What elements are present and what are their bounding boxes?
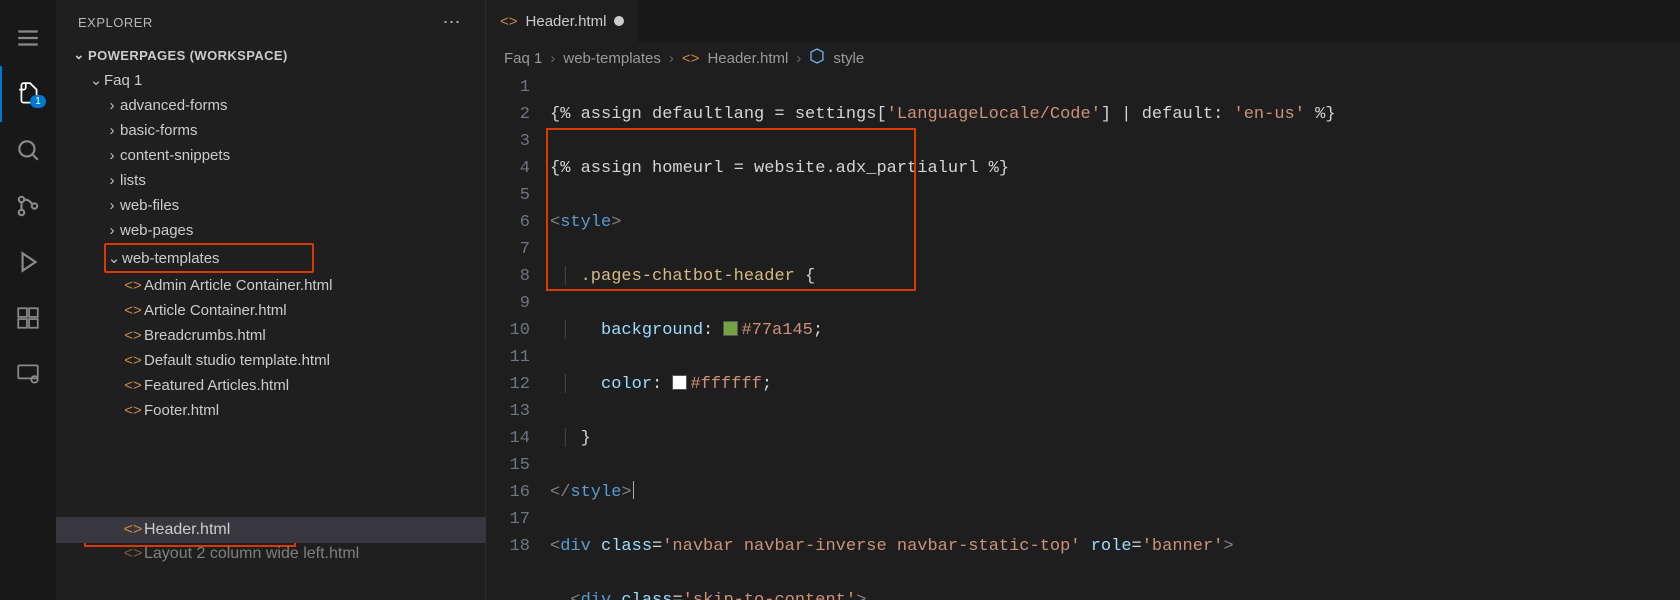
tree-label: Breadcrumbs.html	[144, 327, 266, 344]
html-file-icon: <>	[122, 352, 144, 369]
breadcrumb[interactable]: Faq 1 › web-templates › <> Header.html ›…	[486, 42, 1680, 74]
tree-label: Header.html	[144, 521, 230, 539]
html-file-icon: <>	[122, 327, 144, 344]
activity-bar: 1	[0, 0, 56, 600]
tree-file[interactable]: <> Layout 2 column wide left.html	[56, 543, 486, 565]
tree-label: lists	[120, 172, 146, 189]
chevron-down-icon: ⌄	[70, 47, 88, 63]
tab-header-html[interactable]: <> Header.html	[486, 0, 639, 42]
menu-icon[interactable]	[0, 10, 56, 66]
tree-label: web-files	[120, 197, 179, 214]
workspace-label: POWERPAGES (WORKSPACE)	[88, 48, 288, 63]
html-file-icon: <>	[122, 377, 144, 394]
tree-label: Faq 1	[104, 72, 142, 89]
html-file-icon: <>	[122, 277, 144, 294]
chevron-down-icon: ⌄	[88, 71, 104, 89]
color-swatch-icon	[672, 375, 687, 390]
html-file-icon: <>	[122, 521, 144, 539]
tree-label: content-snippets	[120, 147, 230, 164]
crumb[interactable]: Faq 1	[504, 50, 542, 67]
tab-label: Header.html	[526, 13, 607, 30]
crumb[interactable]: Header.html	[707, 50, 788, 67]
tree-folder[interactable]: ›content-snippets	[56, 143, 485, 168]
tree-file[interactable]: <>Featured Articles.html	[56, 373, 485, 398]
code-content[interactable]: {% assign defaultlang = settings['Langua…	[550, 74, 1680, 600]
tree-folder[interactable]: ›web-files	[56, 193, 485, 218]
symbol-block-icon	[809, 48, 825, 68]
tree-folder-root[interactable]: ⌄ Faq 1	[56, 67, 485, 93]
explorer-title: EXPLORER	[78, 15, 153, 30]
tree-folder[interactable]: ›lists	[56, 168, 485, 193]
workspace-section[interactable]: ⌄ POWERPAGES (WORKSPACE)	[56, 43, 485, 67]
chevron-right-icon: ›	[104, 147, 120, 164]
color-swatch-icon	[723, 321, 738, 336]
search-icon[interactable]	[0, 122, 56, 178]
tree-label: web-templates	[122, 250, 220, 267]
crumb[interactable]: web-templates	[563, 50, 661, 67]
chevron-right-icon: ›	[550, 50, 555, 67]
line-gutter: 123456789101112131415161718	[486, 74, 550, 600]
source-control-icon[interactable]	[0, 178, 56, 234]
tree-folder-web-templates[interactable]: ⌄ web-templates	[104, 243, 314, 273]
explorer-more-icon[interactable]: ⋯	[437, 12, 468, 33]
explorer-badge: 1	[30, 95, 46, 108]
html-file-icon: <>	[682, 50, 700, 67]
tree-folder[interactable]: ›web-pages	[56, 218, 485, 243]
chevron-right-icon: ›	[104, 97, 120, 114]
chevron-right-icon: ›	[104, 222, 120, 239]
html-file-icon: <>	[122, 402, 144, 419]
extensions-icon[interactable]	[0, 290, 56, 346]
chevron-right-icon: ›	[796, 50, 801, 67]
tree-label: Featured Articles.html	[144, 377, 289, 394]
editor-area: <> Header.html Faq 1 › web-templates › <…	[486, 0, 1680, 600]
tree-label: Layout 2 column wide left.html	[144, 545, 359, 563]
tab-bar: <> Header.html	[486, 0, 1680, 42]
tree-folder[interactable]: ›basic-forms	[56, 118, 485, 143]
explorer-icon[interactable]: 1	[0, 66, 56, 122]
run-debug-icon[interactable]	[0, 234, 56, 290]
html-file-icon: <>	[122, 302, 144, 319]
tree-file-header[interactable]: <> Header.html	[56, 517, 486, 543]
tree-label: web-pages	[120, 222, 193, 239]
tree-label: Default studio template.html	[144, 352, 330, 369]
explorer-sidebar: EXPLORER ⋯ ⌄ POWERPAGES (WORKSPACE) ⌄ Fa…	[56, 0, 486, 600]
chevron-right-icon: ›	[104, 172, 120, 189]
tree-label: advanced-forms	[120, 97, 228, 114]
tree-file[interactable]: <>Footer.html	[56, 398, 485, 423]
file-tree: ⌄ Faq 1 ›advanced-forms ›basic-forms ›co…	[56, 67, 485, 423]
tree-label: Footer.html	[144, 402, 219, 419]
chevron-right-icon: ›	[669, 50, 674, 67]
code-editor[interactable]: 123456789101112131415161718 {% assign de…	[486, 74, 1680, 600]
tree-folder[interactable]: ›advanced-forms	[56, 93, 485, 118]
chevron-right-icon: ›	[104, 197, 120, 214]
tree-file[interactable]: <>Breadcrumbs.html	[56, 323, 485, 348]
tree-file[interactable]: <>Admin Article Container.html	[56, 273, 485, 298]
crumb[interactable]: style	[833, 50, 864, 67]
remote-explorer-icon[interactable]	[0, 346, 56, 402]
html-file-icon: <>	[500, 13, 518, 30]
chevron-right-icon: ›	[104, 122, 120, 139]
tree-file-header-row: <> Header.html <> Layout 2 column wide l…	[56, 517, 486, 565]
html-file-icon: <>	[122, 545, 144, 563]
tree-file[interactable]: <>Default studio template.html	[56, 348, 485, 373]
chevron-down-icon: ⌄	[106, 249, 122, 267]
tree-label: Admin Article Container.html	[144, 277, 332, 294]
tree-label: basic-forms	[120, 122, 198, 139]
tree-file[interactable]: <>Article Container.html	[56, 298, 485, 323]
dirty-indicator-icon	[614, 16, 624, 26]
tree-label: Article Container.html	[144, 302, 287, 319]
